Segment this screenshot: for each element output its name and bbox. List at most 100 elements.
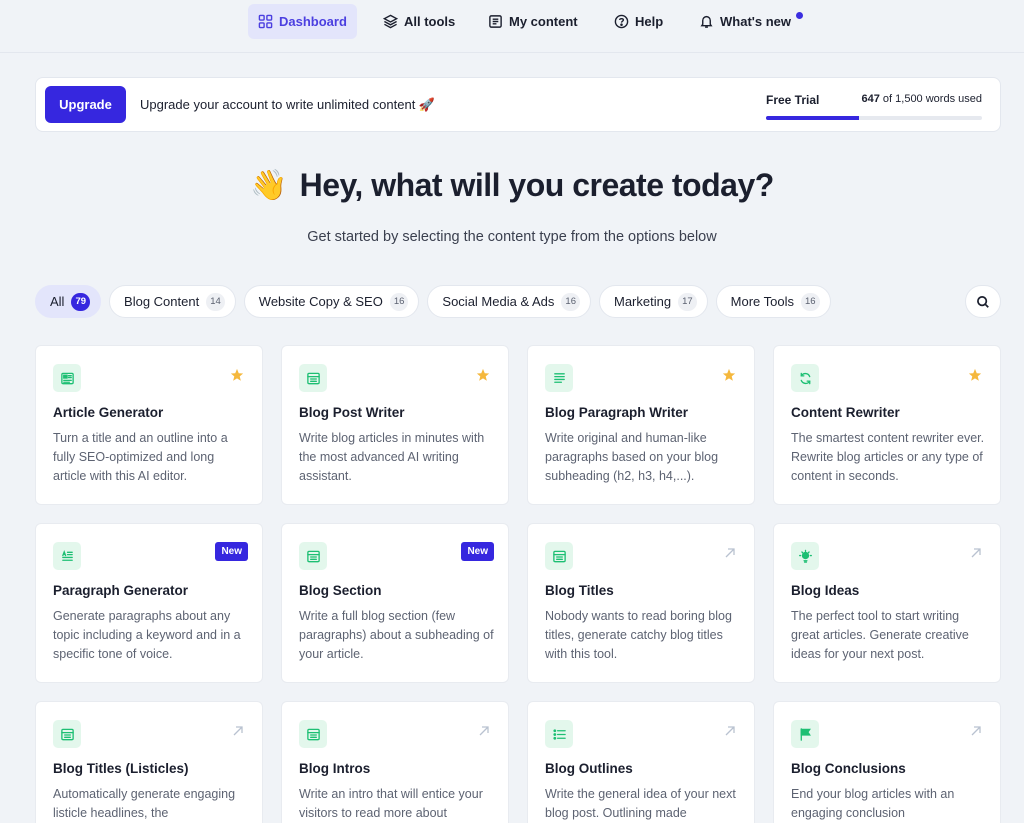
nav-all-tools[interactable]: All tools (373, 4, 465, 39)
search-button[interactable] (965, 285, 1001, 318)
tool-card[interactable]: Article Generator Turn a title and an out… (35, 345, 263, 505)
tool-title: Article Generator (53, 405, 164, 420)
tool-title: Blog Conclusions (791, 761, 906, 776)
layers-icon (383, 14, 398, 29)
open-tool-link[interactable] (724, 724, 736, 742)
open-tool-link[interactable] (724, 546, 736, 564)
open-tool-link[interactable] (970, 546, 982, 564)
arrow-up-right-icon (725, 548, 735, 558)
filter-marketing[interactable]: Marketing 17 (599, 285, 708, 318)
tool-card[interactable]: New Blog Section Write a full blog section… (281, 523, 509, 683)
notification-dot (796, 12, 803, 19)
nav-my-content[interactable]: My content (478, 4, 588, 39)
category-filters: All 79 Blog Content 14 Website Copy & SE… (35, 285, 831, 318)
star-icon (476, 368, 490, 381)
tool-description: Automatically generate engaging listicle… (53, 787, 236, 820)
nav-whats-new[interactable]: What's new (689, 4, 807, 39)
bulb-icon (798, 549, 812, 563)
nav-label: All tools (404, 14, 456, 29)
tool-description: Nobody wants to read boring blog titles,… (545, 609, 732, 661)
filter-more-tools[interactable]: More Tools 16 (715, 285, 831, 318)
paragraph-icon (61, 549, 73, 561)
nav-label: Help (635, 14, 664, 29)
nav-label: What's new (720, 14, 791, 29)
open-tool-link[interactable] (232, 724, 244, 742)
filter-count: 16 (389, 292, 409, 311)
filter-social-media-ads[interactable]: Social Media & Ads 16 (427, 285, 591, 318)
blog-icon (306, 372, 320, 384)
arrow-up-right-icon (971, 548, 981, 558)
plan-label: Free Trial (766, 93, 820, 107)
lines-icon (553, 372, 565, 383)
upgrade-message: Upgrade your account to write unlimited … (140, 97, 436, 112)
filter-all[interactable]: All 79 (35, 285, 102, 318)
upgrade-button[interactable]: Upgrade (45, 86, 126, 123)
tool-icon-box (53, 720, 81, 748)
nav-label: My content (509, 14, 578, 29)
document-icon (489, 15, 502, 28)
nav-help[interactable]: Help (604, 4, 673, 39)
open-tool-link[interactable] (970, 724, 982, 742)
tool-description: Generate paragraphs about any topic incl… (53, 609, 241, 661)
tool-card[interactable]: Blog Titles (Listicles) Automatically gen… (35, 701, 263, 823)
tool-icon-box (791, 720, 819, 748)
tool-card[interactable]: Blog Conclusions End your blog articles w… (773, 701, 1001, 823)
tool-card[interactable]: Blog Intros Write an intro that will enti… (281, 701, 509, 823)
tool-icon-box (299, 364, 327, 392)
favorite-star[interactable] (968, 368, 982, 387)
tool-icon-box (545, 720, 573, 748)
list-icon (552, 728, 566, 740)
blog-icon (306, 550, 320, 562)
favorite-star[interactable] (230, 368, 244, 387)
words-total: of 1,500 words used (882, 93, 982, 105)
filter-website-copy-seo[interactable]: Website Copy & SEO 16 (243, 285, 420, 318)
upgrade-banner: Upgrade Upgrade your account to write un… (35, 77, 1001, 132)
tool-description: Turn a title and an outline into a fully… (53, 431, 228, 483)
arrow-up-right-icon (479, 726, 489, 736)
filter-label: Marketing (614, 294, 672, 309)
arrow-up-right-icon (233, 726, 243, 736)
tool-description: End your blog articles with an engaging … (791, 787, 955, 820)
tool-icon-box (791, 542, 819, 570)
new-badge: New (461, 542, 494, 561)
star-icon (968, 368, 982, 381)
tool-card[interactable]: Blog Ideas The perfect tool to start writ… (773, 523, 1001, 683)
words-usage: 647 of 1,500 words used (862, 93, 983, 105)
favorite-star[interactable] (722, 368, 736, 387)
tool-card[interactable]: New Paragraph Generator Generate paragraph… (35, 523, 263, 683)
usage-progress-fill (766, 116, 859, 120)
filter-label: More Tools (730, 294, 794, 309)
page-title: Hey, what will you create today? (299, 166, 775, 203)
help-icon (614, 14, 629, 29)
filter-blog-content[interactable]: Blog Content 14 (109, 285, 236, 318)
tool-icon-box (791, 364, 819, 392)
tool-card[interactable]: Blog Paragraph Writer Write original and … (527, 345, 755, 505)
filter-count: 16 (801, 292, 820, 311)
tool-card[interactable]: Blog Post Writer Write blog articles in m… (281, 345, 509, 505)
nav-dashboard[interactable]: Dashboard (248, 4, 357, 39)
tool-title: Blog Ideas (791, 583, 860, 598)
tool-description: The smartest content rewriter ever. Rewr… (791, 431, 985, 483)
tool-title: Blog Post Writer (299, 405, 405, 420)
filter-count: 79 (71, 292, 91, 311)
tool-card[interactable]: Blog Outlines Write the general idea of y… (527, 701, 755, 823)
blog-icon (552, 550, 566, 562)
tool-title: Blog Intros (299, 761, 371, 776)
tool-title: Blog Titles (545, 583, 614, 598)
usage-progress (766, 116, 982, 120)
refresh-icon (800, 372, 810, 384)
tool-icon-box (53, 542, 81, 570)
tool-icon-box (299, 542, 327, 570)
hero: 👋 Hey, what will you create today? (0, 160, 1024, 210)
favorite-star[interactable] (476, 368, 490, 387)
tool-card[interactable]: Content Rewriter The smartest content rew… (773, 345, 1001, 505)
filter-label: Website Copy & SEO (258, 294, 383, 309)
tool-card[interactable]: Blog Titles Nobody wants to read boring b… (527, 523, 755, 683)
article-icon (60, 372, 74, 384)
filter-label: Blog Content (124, 294, 200, 309)
page-subtitle: Get started by selecting the content typ… (307, 229, 717, 245)
tool-title: Blog Titles (Listicles) (53, 761, 189, 776)
nav-label: Dashboard (279, 14, 347, 29)
open-tool-link[interactable] (478, 724, 490, 742)
new-badge: New (215, 542, 248, 561)
